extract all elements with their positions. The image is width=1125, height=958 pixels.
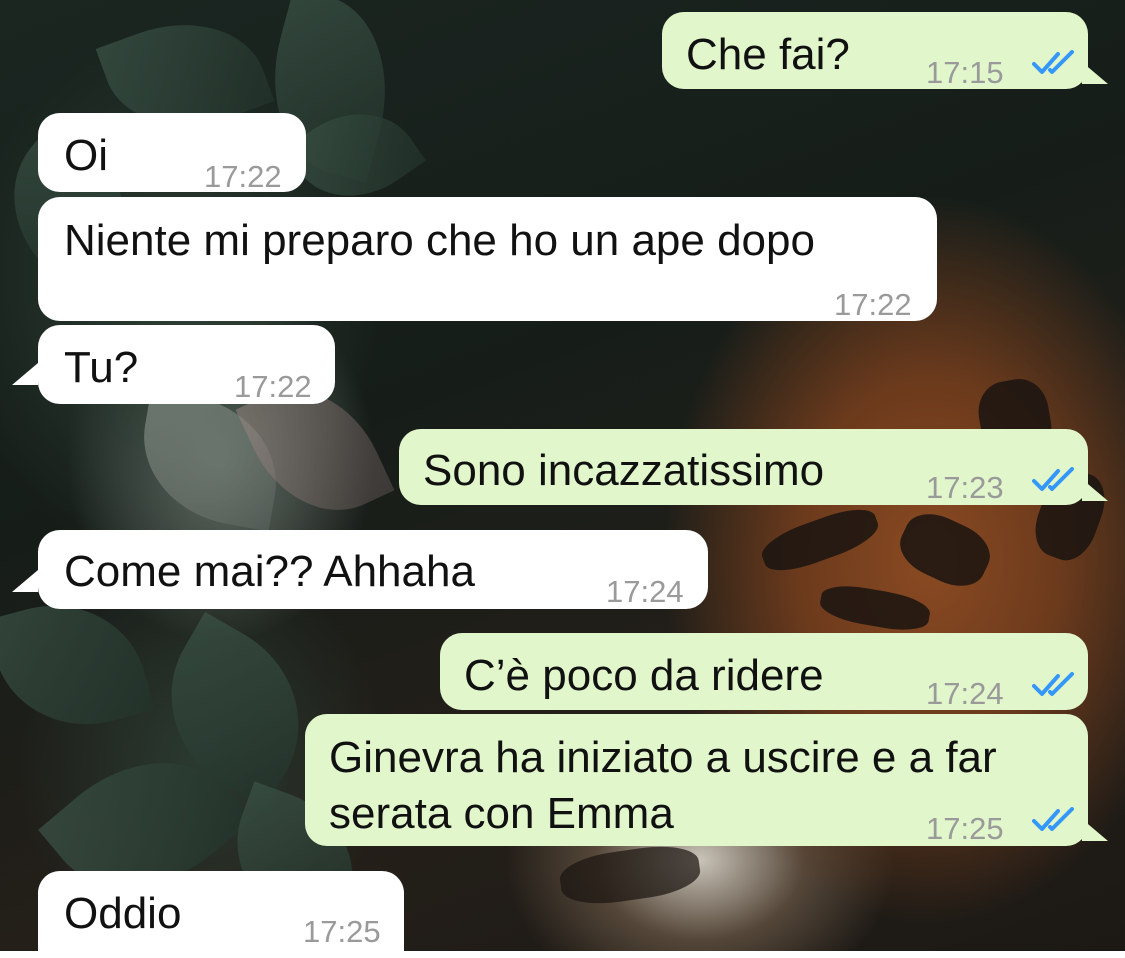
message-time: 17:25 bbox=[926, 811, 1004, 846]
message-bubble[interactable]: Oi 17:22 bbox=[38, 113, 306, 194]
message-time: 17:22 bbox=[234, 369, 312, 404]
chat-messages: Che fai? 17:15 Oi 17:22 Niente mi prepar… bbox=[0, 0, 1125, 951]
message-bubble[interactable]: Sono incazzatissimo 17:23 bbox=[399, 429, 1108, 505]
message-text: Sono incazzatissimo bbox=[423, 446, 825, 495]
bubble-tail bbox=[1082, 819, 1108, 841]
message-text-line-2: serata con Emma bbox=[329, 789, 674, 838]
message-text: Che fai? bbox=[686, 30, 850, 79]
bubble-tail bbox=[12, 363, 38, 385]
message-time: 17:24 bbox=[606, 574, 684, 609]
message-time: 17:25 bbox=[303, 914, 381, 949]
message-time: 17:22 bbox=[834, 287, 912, 322]
message-text: Oi bbox=[64, 131, 108, 180]
message-time: 17:23 bbox=[926, 470, 1004, 505]
message-text: Oddio bbox=[64, 889, 182, 938]
message-bubble[interactable]: Che fai? 17:15 bbox=[662, 12, 1108, 90]
message-text: C’è poco da ridere bbox=[464, 651, 824, 700]
message-text: Niente mi preparo che ho un ape dopo bbox=[64, 216, 815, 265]
message-text: Come mai?? Ahhaha bbox=[64, 547, 475, 596]
read-double-check-icon bbox=[1032, 672, 1074, 696]
message-bubble[interactable]: Tu? 17:22 bbox=[12, 325, 335, 404]
message-text: Tu? bbox=[64, 343, 139, 392]
message-bubble[interactable]: Come mai?? Ahhaha 17:24 bbox=[12, 530, 708, 609]
bubble-tail bbox=[1082, 479, 1108, 501]
read-double-check-icon bbox=[1032, 467, 1074, 491]
message-text-line-1: Ginevra ha iniziato a uscire e a far bbox=[329, 733, 997, 782]
message-time: 17:15 bbox=[926, 55, 1004, 90]
message-bubble[interactable]: C’è poco da ridere 17:24 bbox=[440, 633, 1088, 711]
read-double-check-icon bbox=[1032, 807, 1074, 831]
bubble-tail bbox=[12, 570, 38, 592]
message-time: 17:22 bbox=[204, 159, 282, 194]
message-time: 17:24 bbox=[926, 676, 1004, 711]
read-double-check-icon bbox=[1032, 50, 1074, 74]
message-bubble[interactable]: Oddio 17:25 bbox=[38, 871, 404, 951]
message-bubble[interactable]: Ginevra ha iniziato a uscire e a far ser… bbox=[305, 714, 1108, 846]
bubble-tail bbox=[1082, 62, 1108, 84]
message-bubble[interactable]: Niente mi preparo che ho un ape dopo 17:… bbox=[38, 197, 937, 322]
